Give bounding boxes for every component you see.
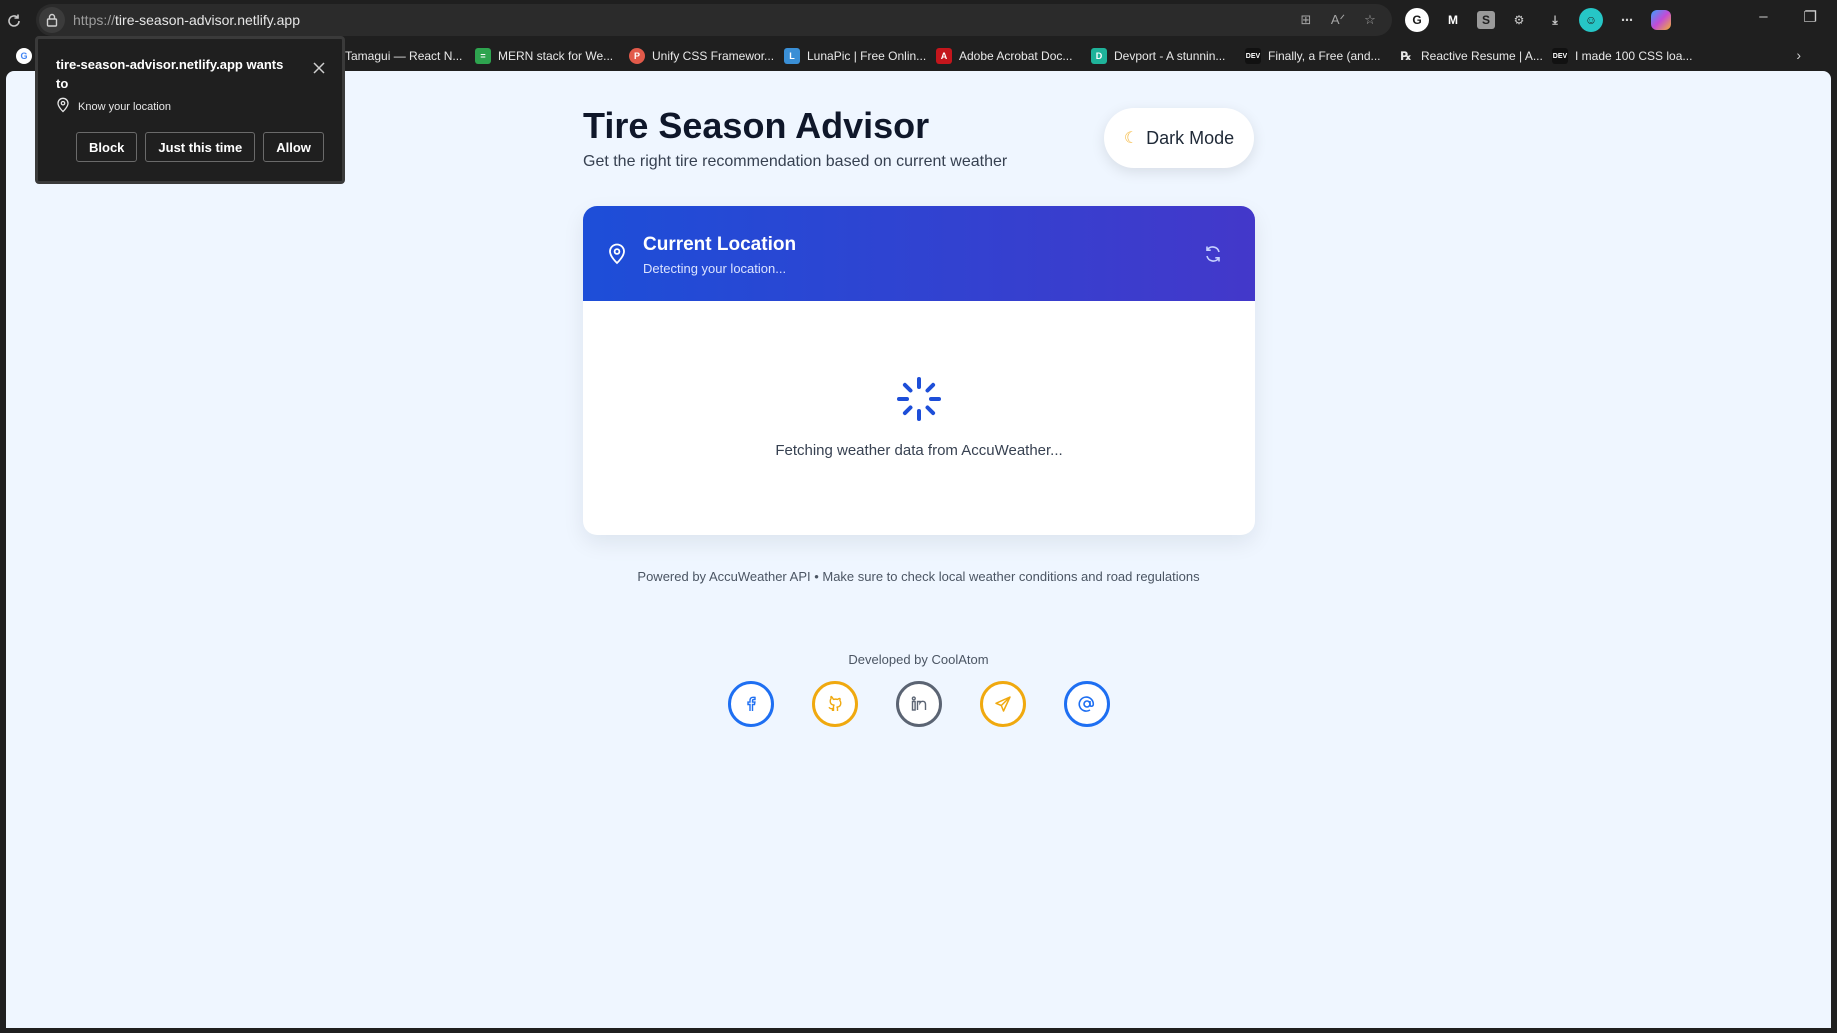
reactive-resume-icon: ℞ (1400, 49, 1412, 63)
acrobat-icon: A (936, 48, 952, 64)
address-bar[interactable]: https://tire-season-advisor.netlify.app … (36, 4, 1392, 36)
weather-card: Current Location Detecting your location… (583, 206, 1255, 535)
read-aloud-icon[interactable]: Aᐟ (1328, 10, 1348, 30)
download-icon[interactable]: ⤓ (1543, 8, 1567, 32)
mern-icon: = (475, 48, 491, 64)
permission-request-label: Know your location (78, 100, 171, 113)
social-links (728, 681, 1110, 727)
github-icon (828, 695, 842, 711)
linkedin-link[interactable] (896, 681, 942, 727)
page-title: Tire Season Advisor (583, 105, 930, 146)
email-link[interactable] (1064, 681, 1110, 727)
dark-mode-button[interactable]: ☾ Dark Mode (1104, 108, 1254, 168)
telegram-icon (995, 696, 1011, 712)
github-link[interactable] (812, 681, 858, 727)
moon-icon: ☾ (1123, 130, 1139, 147)
dark-mode-label: Dark Mode (1146, 127, 1235, 148)
bookmark-item[interactable]: DEV I made 100 CSS loa... (1552, 47, 1692, 65)
profile-avatar-icon[interactable]: ☺ (1579, 8, 1603, 32)
star-icon[interactable]: ☆ (1360, 10, 1380, 30)
facebook-icon (747, 696, 756, 711)
bookmark-item[interactable]: A Adobe Acrobat Doc... (936, 47, 1072, 65)
telegram-link[interactable] (980, 681, 1026, 727)
close-icon[interactable] (312, 61, 326, 75)
unify-icon: P (629, 48, 645, 64)
minimize-icon[interactable]: – (1759, 8, 1767, 26)
extension-s-icon[interactable]: S (1477, 11, 1495, 29)
bookmark-item[interactable]: DEV Finally, a Free (and... (1245, 47, 1381, 65)
dev-icon: DEV (1245, 48, 1261, 64)
copilot-icon[interactable] (1651, 10, 1671, 30)
permission-title: tire-season-advisor.netlify.app wants to (56, 57, 284, 91)
bookmark-item[interactable]: D Devport - A stunnin... (1091, 47, 1225, 65)
linkedin-icon (911, 696, 927, 711)
bookmark-item[interactable]: P Unify CSS Framewor... (629, 47, 774, 65)
browser-toolbar: https://tire-season-advisor.netlify.app … (0, 0, 1837, 41)
location-pin-icon (56, 97, 70, 116)
location-permission-dialog: tire-season-advisor.netlify.app wants to… (35, 36, 345, 184)
developer-credit: Developed by CoolAtom (848, 652, 989, 667)
just-this-time-button[interactable]: Just this time (145, 132, 256, 162)
powered-by-note: Powered by AccuWeather API • Make sure t… (637, 569, 1200, 584)
bookmark-item[interactable]: L LunaPic | Free Onlin... (784, 47, 926, 65)
google-icon: G (16, 48, 32, 64)
at-sign-icon (1078, 696, 1095, 712)
more-menu-icon[interactable]: ⋯ (1615, 8, 1639, 32)
url-text[interactable]: https://tire-season-advisor.netlify.app (73, 12, 300, 28)
page-viewport: Tire Season Advisor Get the right tire r… (6, 71, 1831, 1028)
apps-icon[interactable]: ⊞ (1296, 10, 1316, 30)
extension-m-icon[interactable]: M (1441, 8, 1465, 32)
dev-icon: DEV (1552, 48, 1568, 64)
lock-icon[interactable] (39, 7, 65, 33)
restore-icon[interactable]: ❐ (1804, 8, 1817, 26)
block-button[interactable]: Block (76, 132, 138, 162)
allow-button[interactable]: Allow (263, 132, 324, 162)
extensions-puzzle-icon[interactable]: ⚙ (1507, 8, 1531, 32)
reload-icon[interactable] (3, 10, 25, 32)
location-header: Current Location Detecting your location… (583, 206, 1255, 301)
devport-icon: D (1091, 48, 1107, 64)
bookmark-item[interactable]: = MERN stack for We... (475, 47, 613, 65)
bookmark-item[interactable]: ℞ Reactive Resume | A... (1398, 47, 1543, 65)
location-title: Current Location (643, 234, 797, 255)
lunapic-icon: L (784, 48, 800, 64)
bookmark-google[interactable]: G (16, 47, 32, 65)
page-subtitle: Get the right tire recommendation based … (583, 153, 1008, 170)
loading-message: Fetching weather data from AccuWeather..… (775, 442, 1063, 459)
loading-spinner-icon (896, 376, 942, 427)
refresh-icon[interactable] (1201, 242, 1225, 266)
location-status: Detecting your location... (643, 261, 787, 276)
grammarly-icon[interactable]: G (1405, 8, 1429, 32)
chevron-right-icon[interactable]: › (1796, 47, 1801, 63)
permission-request: Know your location (56, 97, 171, 116)
map-pin-icon (607, 243, 627, 270)
facebook-link[interactable] (728, 681, 774, 727)
